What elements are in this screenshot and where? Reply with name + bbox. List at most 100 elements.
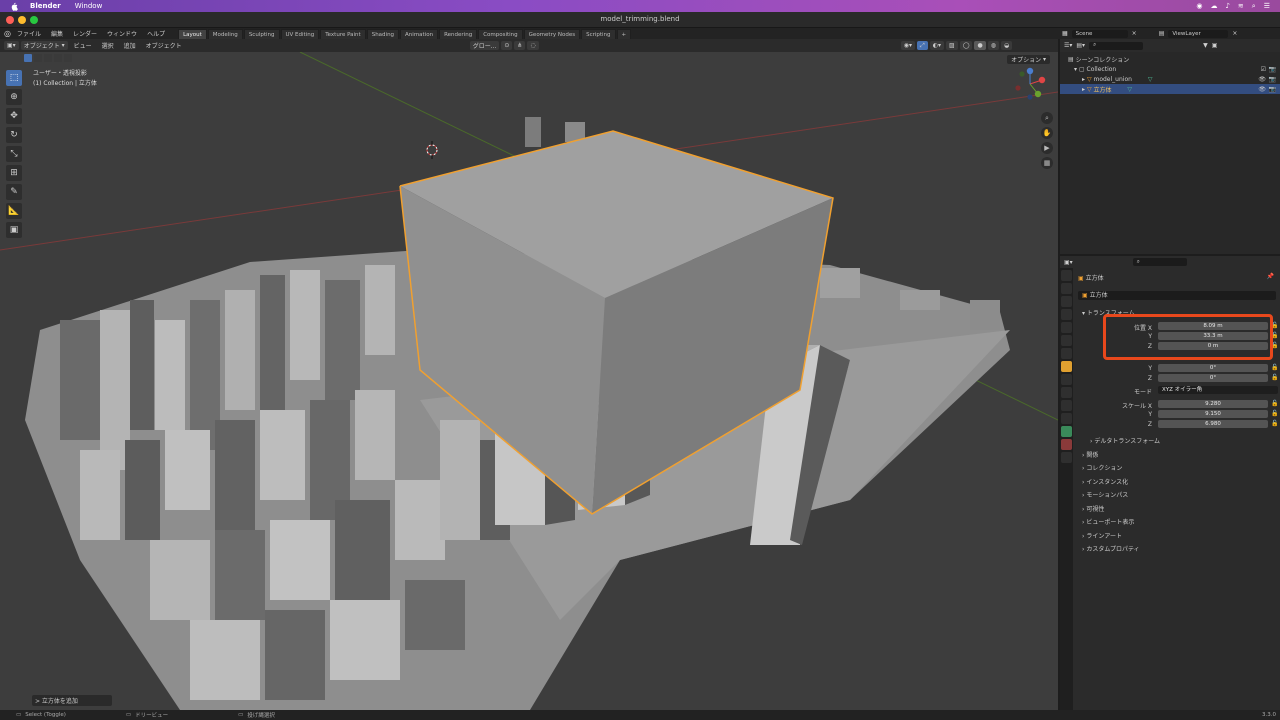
volume-icon[interactable]: ♪: [1225, 2, 1229, 10]
viewlayer-close-icon[interactable]: ×: [1232, 30, 1237, 37]
move-tool-icon[interactable]: ✥: [6, 108, 22, 124]
scene-field[interactable]: Scene: [1071, 29, 1128, 38]
section-collections[interactable]: › コレクション: [1082, 463, 1122, 472]
particles-tab-icon[interactable]: [1061, 387, 1072, 398]
texture-tab-icon[interactable]: [1061, 452, 1072, 463]
pin-icon[interactable]: 📌: [1267, 273, 1274, 280]
outliner-collection[interactable]: ▾ ▢ Collection ☑ 📷: [1060, 64, 1280, 74]
view-layer-tab-icon[interactable]: [1061, 309, 1072, 320]
tab-rendering[interactable]: Rendering: [439, 29, 478, 39]
output-tab-icon[interactable]: [1061, 296, 1072, 307]
outliner-item-cube[interactable]: ▸ ▽ 立方体 ▽ 👁 📷: [1060, 84, 1280, 94]
lock-icon[interactable]: 🔓: [1271, 374, 1278, 381]
lock-icon[interactable]: 🔓: [1271, 410, 1278, 417]
world-tab-icon[interactable]: [1061, 335, 1072, 346]
section-viewport-display[interactable]: › ビューポート表示: [1082, 517, 1134, 526]
last-operator-panel[interactable]: > 立方体を追加: [32, 695, 112, 706]
search-icon[interactable]: ⌕: [1252, 2, 1256, 11]
pan-icon[interactable]: ✋: [1041, 127, 1053, 139]
overlay-icon[interactable]: ◐▾: [929, 41, 945, 50]
section-line-art[interactable]: › ラインアート: [1082, 531, 1122, 540]
gizmo-icon[interactable]: ⤢: [916, 41, 928, 50]
expand-icon[interactable]: ▾: [1074, 66, 1077, 73]
measure-tool-icon[interactable]: 📐: [6, 203, 22, 219]
object-tab-icon[interactable]: [1061, 361, 1072, 372]
tab-texture-paint[interactable]: Texture Paint: [320, 29, 366, 39]
add-cube-tool-icon[interactable]: ▣: [6, 222, 22, 238]
section-visibility[interactable]: › 可視性: [1082, 504, 1104, 513]
editor-type-icon[interactable]: ▣▾: [4, 41, 19, 50]
menu-view[interactable]: ビュー: [70, 41, 96, 50]
new-collection-icon[interactable]: ▣: [1212, 42, 1218, 49]
pivot-icon[interactable]: ⊙: [501, 41, 513, 50]
shading-material-icon[interactable]: ◍: [987, 41, 999, 50]
app-menu-window[interactable]: Window: [75, 2, 103, 10]
tab-modeling[interactable]: Modeling: [207, 29, 243, 39]
filter-icon[interactable]: ▼: [1203, 42, 1208, 49]
expand-icon[interactable]: ▸: [1082, 76, 1085, 83]
physics-tab-icon[interactable]: [1061, 400, 1072, 411]
viewlayer-field[interactable]: ViewLayer: [1168, 29, 1229, 38]
object-name-field[interactable]: ▣ 立方体: [1078, 291, 1276, 300]
tab-geometry-nodes[interactable]: Geometry Nodes: [523, 29, 581, 39]
outliner-editor-icon[interactable]: ☰▾: [1064, 42, 1072, 49]
add-workspace-icon[interactable]: +: [616, 29, 632, 39]
menu-add[interactable]: 追加: [120, 41, 140, 50]
camera-icon[interactable]: 📷: [1269, 76, 1276, 83]
menu-select[interactable]: 選択: [98, 41, 118, 50]
select-subtract-icon[interactable]: [44, 54, 52, 62]
scale-z-field[interactable]: 6.980: [1158, 420, 1268, 428]
camera-icon[interactable]: 📷: [1269, 86, 1276, 93]
wifi-icon[interactable]: ≋: [1238, 2, 1244, 10]
scene-close-icon[interactable]: ×: [1132, 30, 1137, 37]
constraints-tab-icon[interactable]: [1061, 413, 1072, 424]
outliner-search-input[interactable]: ⌕: [1089, 41, 1144, 50]
checkbox-icon[interactable]: ☑: [1261, 66, 1266, 73]
section-instancing[interactable]: › インスタンス化: [1082, 477, 1128, 486]
blender-logo-icon[interactable]: ◎: [4, 29, 12, 38]
tab-compositing[interactable]: Compositing: [478, 29, 523, 39]
render-tab-icon[interactable]: [1061, 283, 1072, 294]
options-button[interactable]: オプション ▾: [1007, 55, 1050, 64]
shading-solid-icon[interactable]: ●: [974, 41, 986, 50]
tab-uv-editing[interactable]: UV Editing: [280, 29, 320, 39]
select-new-icon[interactable]: [24, 54, 32, 62]
material-tab-icon[interactable]: [1061, 439, 1072, 450]
lock-icon[interactable]: 🔓: [1271, 364, 1278, 371]
tab-scripting[interactable]: Scripting: [581, 29, 616, 39]
rotate-tool-icon[interactable]: ↻: [6, 127, 22, 143]
lock-icon[interactable]: 🔓: [1271, 400, 1278, 407]
shading-wireframe-icon[interactable]: ◯: [959, 41, 973, 50]
outliner-scene-collection[interactable]: ▤ シーンコレクション: [1060, 54, 1280, 64]
delta-transform-header[interactable]: › デルタトランスフォーム: [1090, 436, 1160, 445]
app-menu-blender[interactable]: Blender: [30, 2, 61, 10]
tab-sculpting[interactable]: Sculpting: [243, 29, 280, 39]
modifier-tab-icon[interactable]: [1061, 374, 1072, 385]
proportional-edit-icon[interactable]: ◌: [527, 41, 539, 50]
display-mode-icon[interactable]: ▤▾: [1076, 42, 1085, 49]
collection-tab-icon[interactable]: [1061, 348, 1072, 359]
select-invert-icon[interactable]: [54, 54, 62, 62]
data-tab-icon[interactable]: [1061, 426, 1072, 437]
apple-icon[interactable]: [10, 2, 18, 11]
mode-dropdown[interactable]: オブジェクト ▾: [20, 41, 68, 50]
camera-view-icon[interactable]: ▶: [1041, 142, 1053, 154]
xray-icon[interactable]: ▨: [946, 41, 958, 50]
transform-tool-icon[interactable]: ⊞: [6, 165, 22, 181]
visibility-icon[interactable]: ◉▾: [900, 41, 915, 50]
tab-animation[interactable]: Animation: [400, 29, 439, 39]
menu-file[interactable]: ファイル: [12, 29, 46, 38]
properties-search-input[interactable]: ⌕: [1132, 258, 1187, 266]
rotation-z-field[interactable]: 0°: [1158, 374, 1268, 382]
scale-x-field[interactable]: 9.280: [1158, 400, 1268, 408]
cursor-tool-icon[interactable]: ⊕: [6, 89, 22, 105]
tab-layout[interactable]: Layout: [178, 29, 207, 39]
navigation-gizmo[interactable]: [1012, 66, 1048, 102]
scale-y-field[interactable]: 9.150: [1158, 410, 1268, 418]
tab-shading[interactable]: Shading: [366, 29, 400, 39]
menu-edit[interactable]: 編集: [46, 29, 68, 38]
eye-icon[interactable]: 👁: [1258, 86, 1266, 93]
menu-object[interactable]: オブジェクト: [142, 41, 186, 50]
rotation-mode-dropdown[interactable]: XYZ オイラー角: [1158, 386, 1278, 394]
menu-help[interactable]: ヘルプ: [142, 29, 170, 38]
